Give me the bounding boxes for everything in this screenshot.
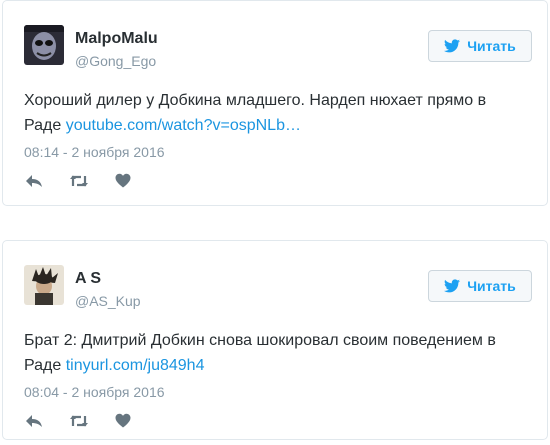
tweet-text: Хороший дилер у Добкина младшего. Нардеп… (24, 88, 524, 138)
tweet-card: MalpoMalu @Gong_Ego Читать Хороший дилер… (2, 0, 548, 206)
tweet-link[interactable]: youtube.com/watch?v=ospNLb… (66, 117, 301, 134)
follow-label: Читать (467, 38, 516, 54)
tweet-actions (25, 413, 157, 428)
reply-icon[interactable] (25, 414, 43, 428)
reply-icon[interactable] (25, 174, 43, 188)
tweet-text: Брат 2: Дмитрий Добкин снова шокировал с… (24, 328, 524, 378)
retweet-icon[interactable] (69, 174, 89, 188)
like-icon[interactable] (115, 173, 131, 188)
twitter-bird-icon (444, 279, 461, 293)
tweet-card: A S @AS_Kup Читать Брат 2: Дмитрий Добки… (2, 240, 548, 440)
follow-button[interactable]: Читать (428, 270, 532, 302)
timestamp[interactable]: 08:14 - 2 ноября 2016 (24, 144, 165, 160)
follow-label: Читать (467, 278, 516, 294)
tweet-link[interactable]: tinyurl.com/ju849h4 (66, 357, 205, 374)
user-name[interactable]: MalpoMalu (75, 30, 158, 48)
retweet-icon[interactable] (69, 414, 89, 428)
user-handle[interactable]: @AS_Kup (75, 293, 141, 309)
user-name[interactable]: A S (75, 270, 101, 288)
user-handle[interactable]: @Gong_Ego (75, 53, 156, 69)
avatar[interactable] (24, 25, 64, 65)
follow-button[interactable]: Читать (428, 30, 532, 62)
avatar[interactable] (24, 265, 64, 305)
twitter-bird-icon (444, 39, 461, 53)
tweet-actions (25, 173, 157, 188)
timestamp[interactable]: 08:04 - 2 ноября 2016 (24, 384, 165, 400)
like-icon[interactable] (115, 413, 131, 428)
